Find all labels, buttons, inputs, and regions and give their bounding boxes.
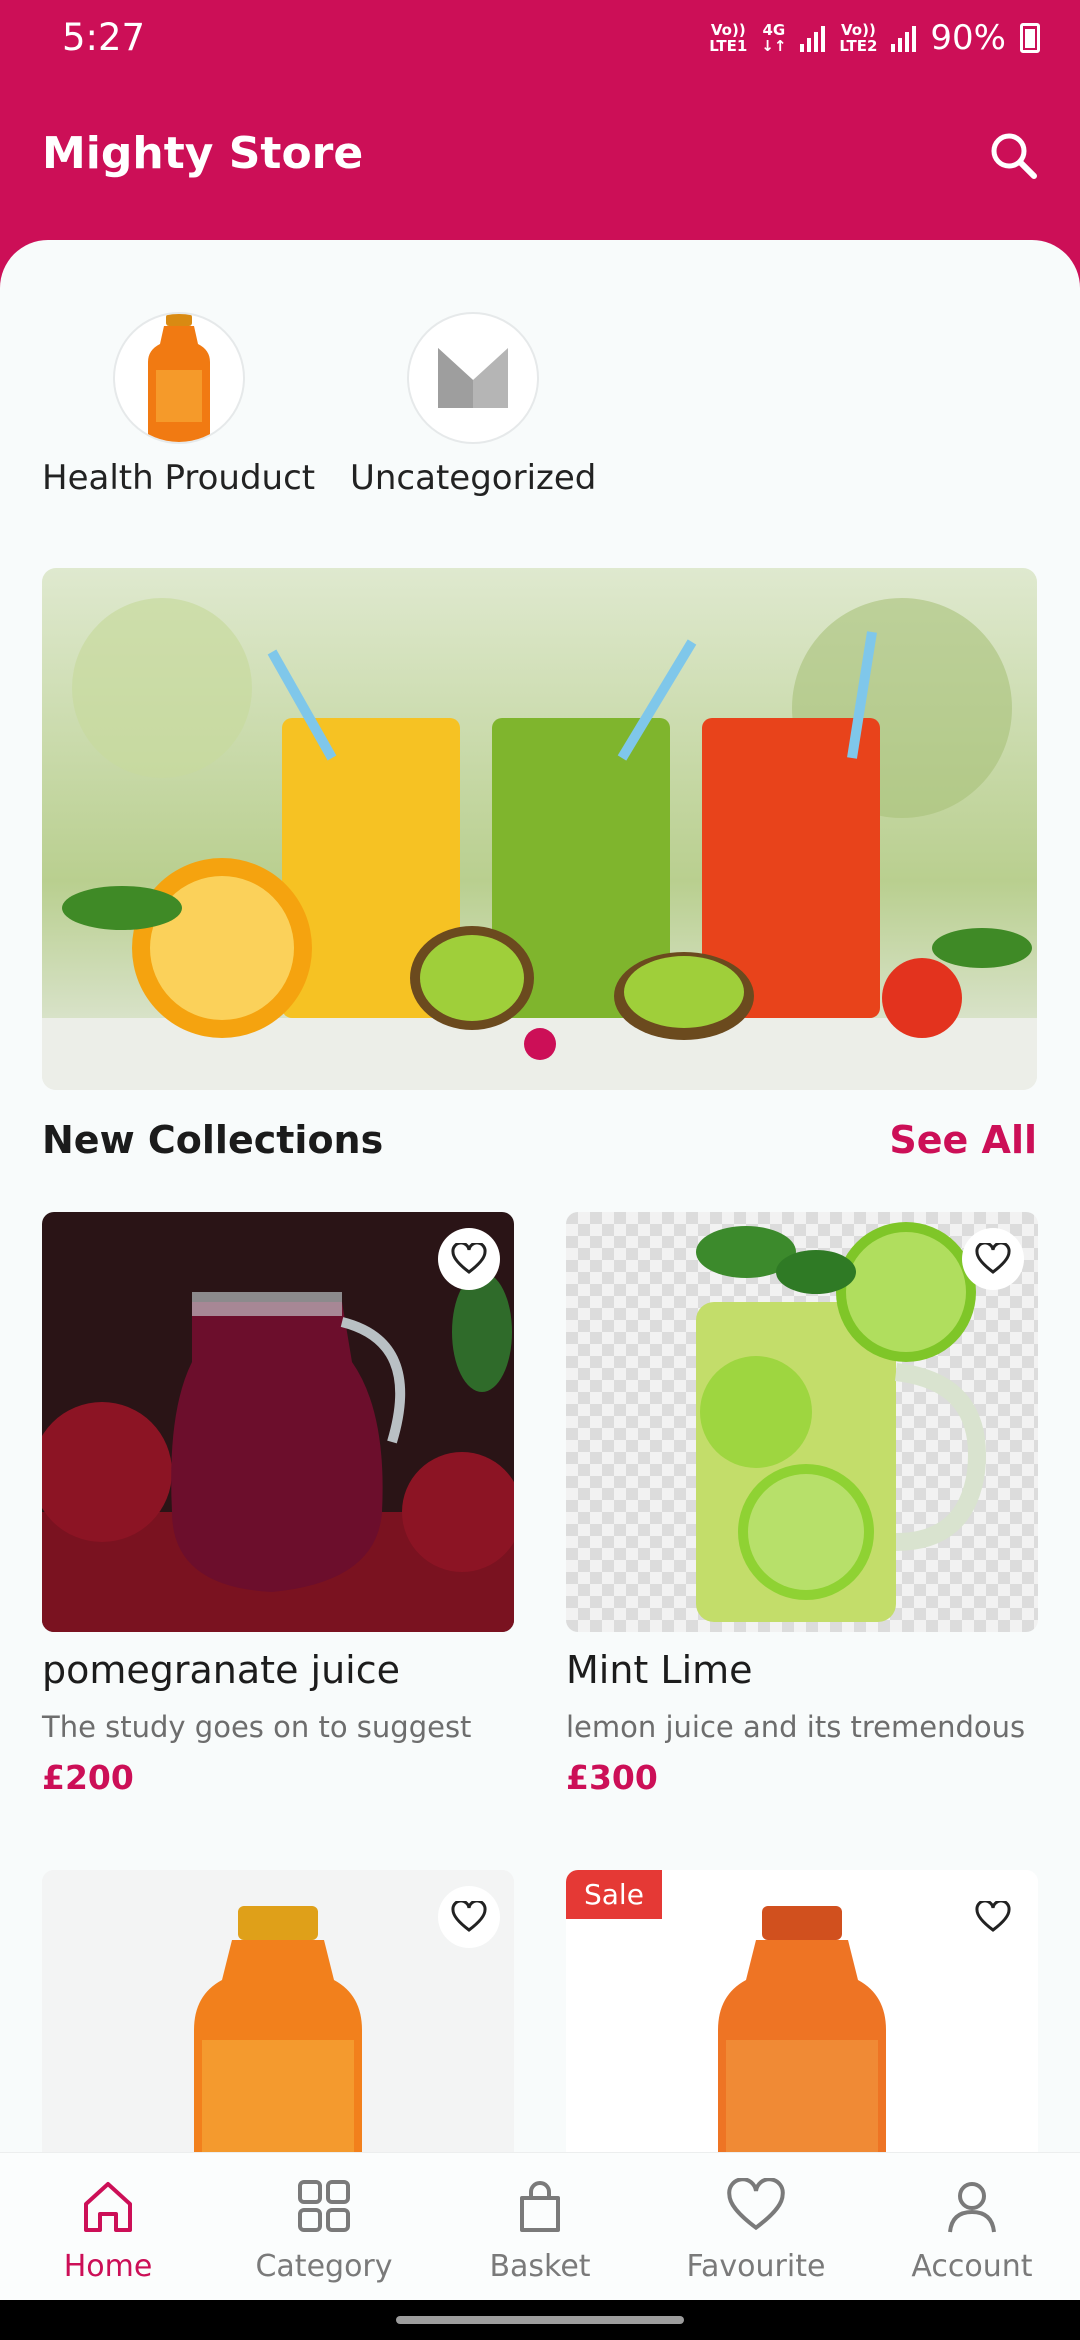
category-image — [112, 312, 245, 444]
promo-banner[interactable] — [42, 568, 1037, 1090]
bag-icon — [450, 2171, 630, 2241]
bottom-navigation: Home Category Basket Favourite Account — [0, 2152, 1080, 2300]
product-description: The study goes on to suggest — [42, 1710, 472, 1744]
heart-icon — [451, 1243, 487, 1274]
nav-label: Home — [63, 2249, 153, 2284]
app-title: Mighty Store — [42, 128, 364, 179]
product-image[interactable] — [42, 1212, 514, 1632]
nav-account[interactable]: Account — [882, 2171, 1062, 2284]
favourite-button[interactable] — [962, 1228, 1024, 1290]
user-icon — [882, 2171, 1062, 2241]
placeholder-logo-icon — [438, 348, 509, 408]
status-bar: 5:27 Vo)) LTE1 4G ↓↑ Vo)) LTE2 90% — [0, 0, 1080, 84]
nav-home[interactable]: Home — [18, 2171, 198, 2284]
orange-juice-bottle-icon — [147, 314, 210, 442]
nav-favourite[interactable]: Favourite — [666, 2171, 846, 2284]
grid-icon — [234, 2171, 414, 2241]
category-list: Health Prouduct Uncategorized — [0, 312, 1080, 502]
category-label: Uncategorized — [350, 458, 597, 498]
banner-image — [42, 568, 1037, 1090]
network-type-label: 4G ↓↑ — [761, 21, 787, 55]
product-card[interactable]: Mint Lime lemon juice and its tremendous… — [566, 1212, 1038, 1797]
section-title: New Collections — [42, 1118, 384, 1162]
status-time: 5:27 — [62, 16, 146, 59]
battery-level: 90% — [930, 18, 1006, 58]
category-image — [407, 312, 540, 444]
heart-icon — [975, 1243, 1011, 1274]
category-health-product[interactable]: Health Prouduct — [42, 312, 315, 498]
nav-label: Category — [255, 2249, 393, 2284]
nav-label: Account — [911, 2249, 1033, 2284]
favourite-button[interactable] — [438, 1228, 500, 1290]
product-price: £300 — [566, 1758, 658, 1797]
sim1-label: Vo)) LTE1 — [709, 21, 748, 55]
heart-icon — [666, 2171, 846, 2241]
heart-icon — [975, 1901, 1011, 1932]
category-label: Health Prouduct — [42, 458, 316, 498]
app-bar: Mighty Store — [0, 84, 1080, 240]
battery-icon — [1020, 23, 1040, 53]
search-button[interactable] — [984, 126, 1044, 186]
favourite-button[interactable] — [962, 1886, 1024, 1948]
product-card[interactable]: pomegranate juice The study goes on to s… — [42, 1212, 514, 1797]
sim2-label: Vo)) LTE2 — [839, 21, 878, 55]
status-icons: Vo)) LTE1 4G ↓↑ Vo)) LTE2 90% — [709, 18, 1040, 58]
home-icon — [18, 2171, 198, 2241]
nav-basket[interactable]: Basket — [450, 2171, 630, 2284]
product-price: £200 — [42, 1758, 134, 1797]
nav-label: Basket — [489, 2249, 591, 2284]
product-name: pomegranate juice — [42, 1648, 400, 1692]
product-name: Mint Lime — [566, 1648, 753, 1692]
new-collections-header: New Collections See All — [42, 1110, 1037, 1170]
home-gesture-handle[interactable] — [396, 2316, 684, 2324]
sale-badge: Sale — [566, 1870, 662, 1919]
product-image[interactable] — [566, 1212, 1038, 1632]
signal-icon — [891, 24, 917, 52]
system-gesture-bar — [0, 2300, 1080, 2340]
search-icon — [991, 133, 1037, 179]
carousel-indicator-active[interactable] — [524, 1028, 556, 1060]
product-description: lemon juice and its tremendous — [566, 1710, 1026, 1744]
nav-category[interactable]: Category — [234, 2171, 414, 2284]
favourite-button[interactable] — [438, 1886, 500, 1948]
category-uncategorized[interactable]: Uncategorized — [350, 312, 596, 498]
signal-icon — [800, 24, 826, 52]
see-all-link[interactable]: See All — [889, 1118, 1037, 1162]
heart-icon — [451, 1901, 487, 1932]
nav-label: Favourite — [686, 2249, 826, 2284]
main-content: Health Prouduct Uncategorized New Collec… — [0, 240, 1080, 2340]
